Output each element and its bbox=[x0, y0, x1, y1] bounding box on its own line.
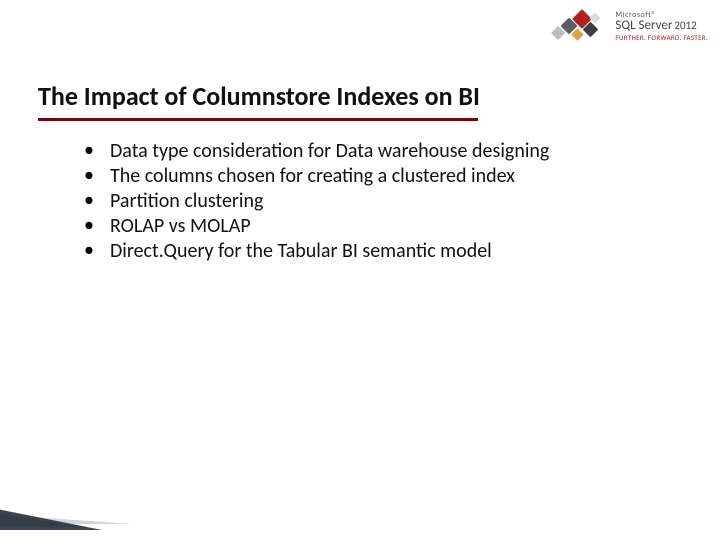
title-underline bbox=[38, 118, 478, 121]
slide-title: The Impact of Columnstore Indexes on BI bbox=[38, 80, 682, 118]
slide: Microsoft® SQL Server 2012 FURTHER. FORW… bbox=[0, 0, 720, 540]
list-item: Partition clustering bbox=[80, 189, 672, 213]
brand-text: Microsoft® SQL Server 2012 FURTHER. FORW… bbox=[615, 11, 708, 41]
list-item: ROLAP vs MOLAP bbox=[80, 214, 672, 238]
brand-logo: Microsoft® SQL Server 2012 FURTHER. FORW… bbox=[545, 6, 708, 46]
corner-graphic-icon bbox=[0, 490, 142, 530]
brand-tagline: FURTHER. FORWARD. FASTER. bbox=[615, 34, 708, 41]
brand-year: 2012 bbox=[674, 20, 696, 31]
list-item: Direct.Query for the Tabular BI semantic… bbox=[80, 239, 672, 263]
brand-product: SQL Server bbox=[615, 19, 672, 32]
cubes-icon bbox=[545, 6, 607, 46]
bullet-list: Data type consideration for Data warehou… bbox=[80, 138, 672, 264]
list-item: Data type consideration for Data warehou… bbox=[80, 139, 672, 163]
title-block: The Impact of Columnstore Indexes on BI bbox=[38, 80, 682, 121]
list-item: The columns chosen for creating a cluste… bbox=[80, 164, 672, 188]
